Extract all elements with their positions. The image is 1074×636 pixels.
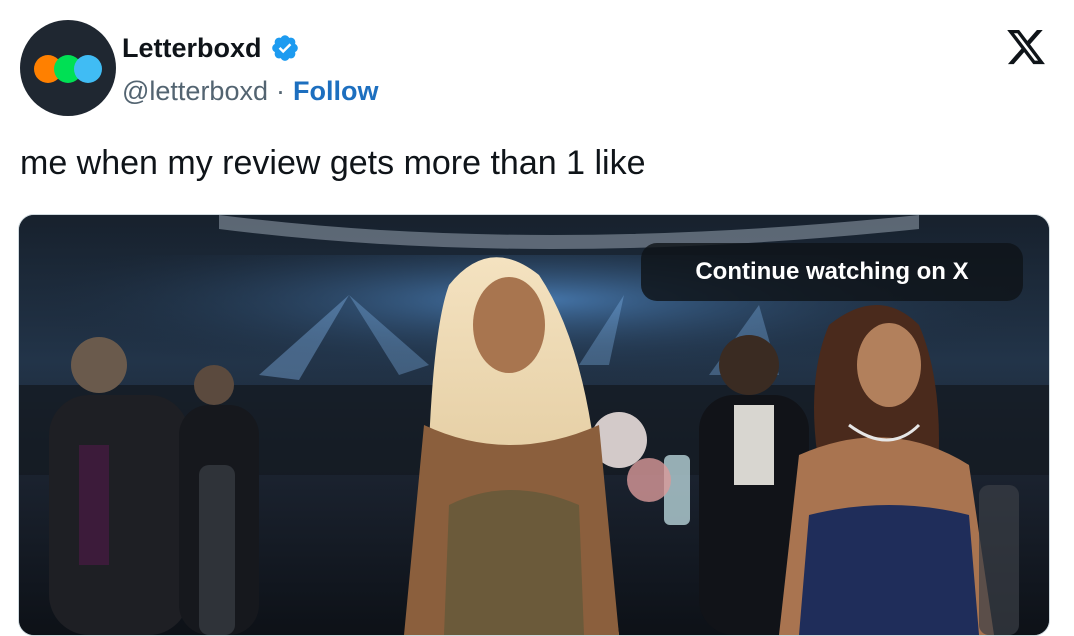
logo-dot-blue (74, 55, 102, 83)
x-logo-icon[interactable] (1004, 26, 1048, 68)
author-handle-row: @letterboxd · Follow (122, 74, 378, 108)
author-handle[interactable]: @letterboxd (122, 76, 268, 107)
continue-watching-button[interactable]: Continue watching on X (641, 243, 1023, 301)
separator: · (275, 75, 285, 106)
video-player[interactable]: Continue watching on X (18, 214, 1050, 636)
follow-button[interactable]: Follow (293, 76, 378, 107)
author-display-name[interactable]: Letterboxd (122, 33, 262, 64)
tweet-header: Letterboxd @letterboxd · Follow (20, 20, 1054, 120)
verified-badge-icon (271, 35, 298, 61)
avatar[interactable] (20, 20, 116, 116)
tweet-text: me when my review gets more than 1 like (20, 144, 646, 182)
continue-watching-label: Continue watching on X (695, 258, 969, 285)
author-name-row: Letterboxd (122, 30, 300, 66)
